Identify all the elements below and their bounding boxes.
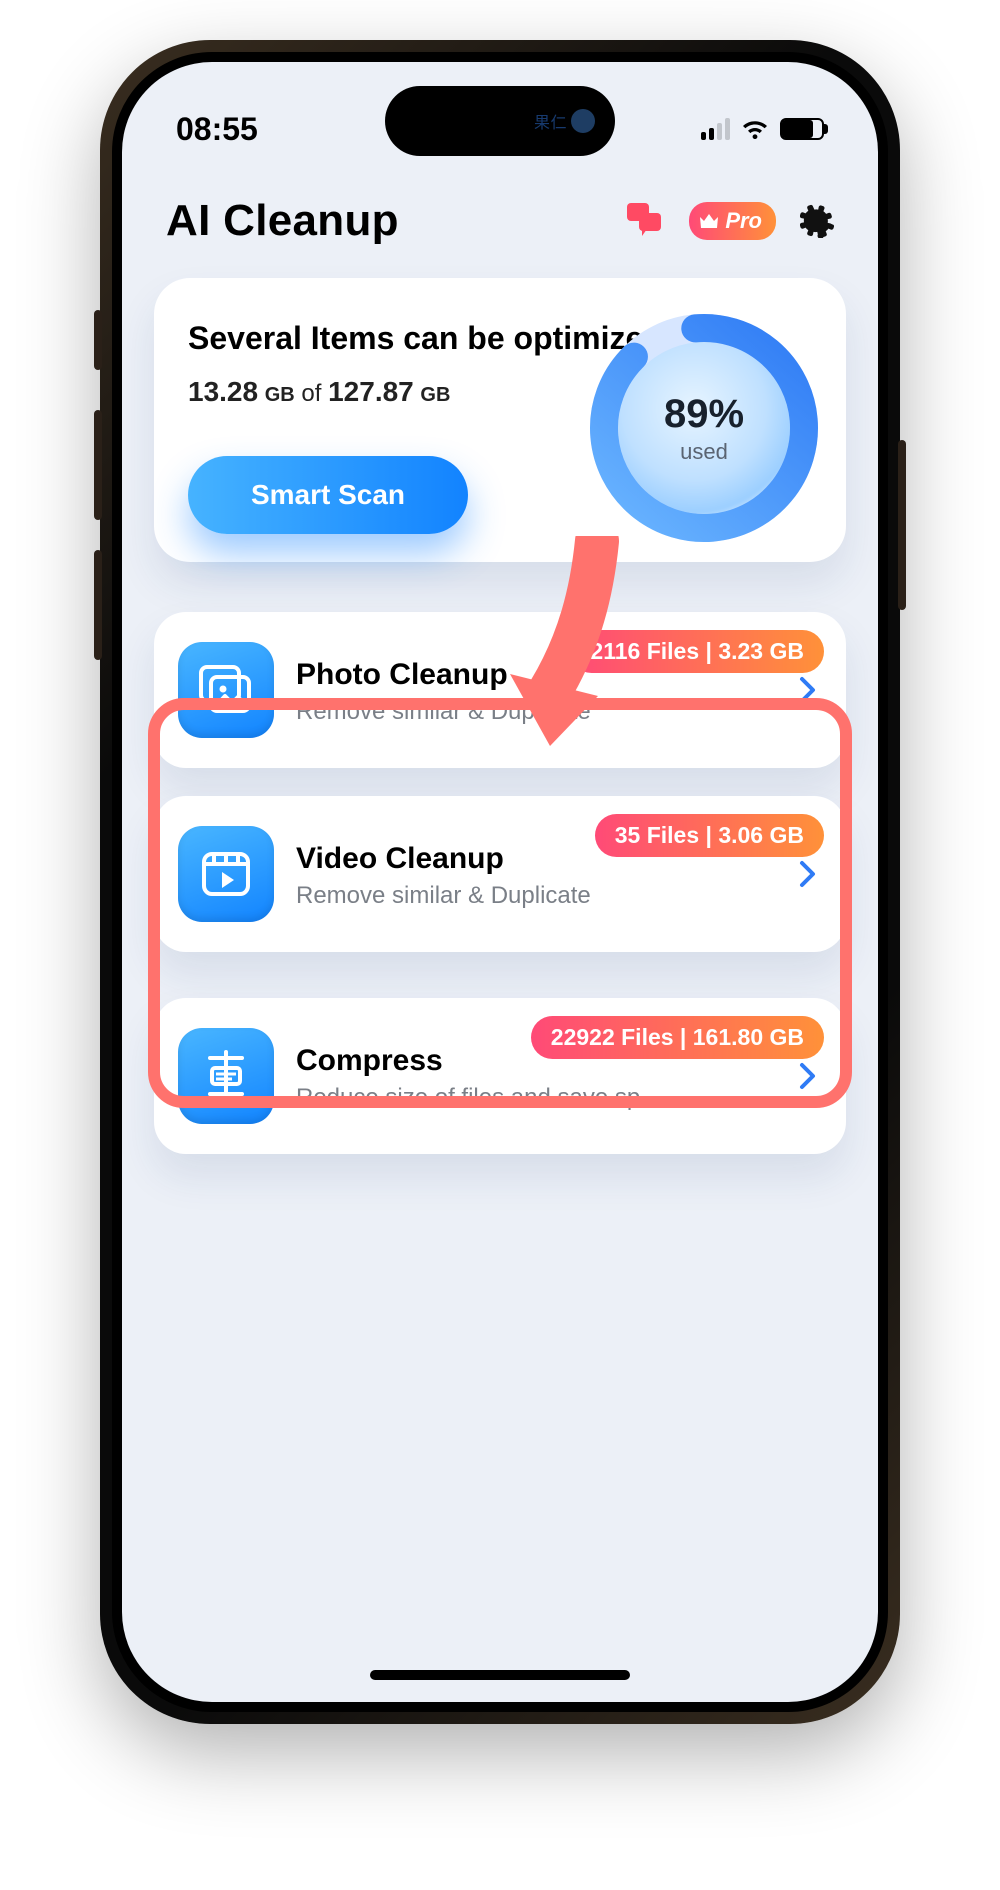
storage-ring-chart: 89% used [584, 308, 824, 548]
total-value: 127.87 [328, 376, 414, 407]
app-title: AI Cleanup [166, 196, 399, 246]
used-value: 13.28 [188, 376, 258, 407]
power-button [898, 440, 906, 610]
pro-badge[interactable]: Pro [689, 202, 776, 240]
volume-down-button [94, 550, 102, 660]
video-icon [178, 826, 274, 922]
volume-up-button [94, 410, 102, 520]
feature-photo-cleanup[interactable]: 2116 Files | 3.23 GB Photo Cleanup Remov… [154, 612, 846, 768]
island-label: 果仁 [534, 109, 567, 133]
dynamic-island: 果仁 [385, 86, 615, 156]
home-indicator[interactable] [370, 1670, 630, 1680]
ring-used-label: used [680, 439, 728, 465]
wifi-icon [740, 111, 770, 148]
photo-badge: 2116 Files | 3.23 GB [570, 630, 824, 673]
compress-desc: Reduce size of files and save sp... [296, 1084, 794, 1112]
island-avatar-icon [571, 109, 595, 133]
mute-switch [94, 310, 102, 370]
feature-compress[interactable]: 22922 Files | 161.80 GB Compress [154, 998, 846, 1154]
header-actions: Pro [625, 202, 834, 240]
used-unit: GB [265, 384, 295, 406]
photo-desc: Remove similar & Duplicate [296, 698, 794, 726]
pro-label: Pro [725, 208, 762, 234]
ring-percent: 89% [664, 392, 744, 437]
battery-icon [780, 118, 824, 140]
of-word: of [301, 380, 321, 407]
video-badge: 35 Files | 3.06 GB [595, 814, 824, 857]
app-header: AI Cleanup [122, 162, 878, 256]
compress-icon [178, 1028, 274, 1124]
video-desc: Remove similar & Duplicate [296, 882, 794, 910]
chat-icon[interactable] [625, 203, 665, 239]
status-time: 08:55 [176, 111, 258, 148]
content-area: Several Items can be optimized 13.28 GB … [122, 256, 878, 1154]
feature-video-cleanup[interactable]: 35 Files | 3.06 GB Video Cleanup [154, 796, 846, 952]
phone-bezel: 果仁 08:55 [112, 52, 888, 1712]
settings-gear-icon[interactable] [800, 204, 834, 238]
screen: 果仁 08:55 [122, 62, 878, 1702]
photo-icon [178, 642, 274, 738]
chevron-right-icon [794, 1062, 822, 1090]
phone-frame: 果仁 08:55 [100, 40, 900, 1724]
summary-card: Several Items can be optimized 13.28 GB … [154, 278, 846, 562]
status-right [701, 111, 824, 148]
total-unit: GB [420, 384, 450, 406]
chevron-right-icon [794, 860, 822, 888]
chevron-right-icon [794, 676, 822, 704]
smart-scan-button[interactable]: Smart Scan [188, 456, 468, 534]
cellular-signal-icon [701, 118, 730, 140]
crown-icon [699, 213, 719, 229]
compress-badge: 22922 Files | 161.80 GB [531, 1016, 824, 1059]
